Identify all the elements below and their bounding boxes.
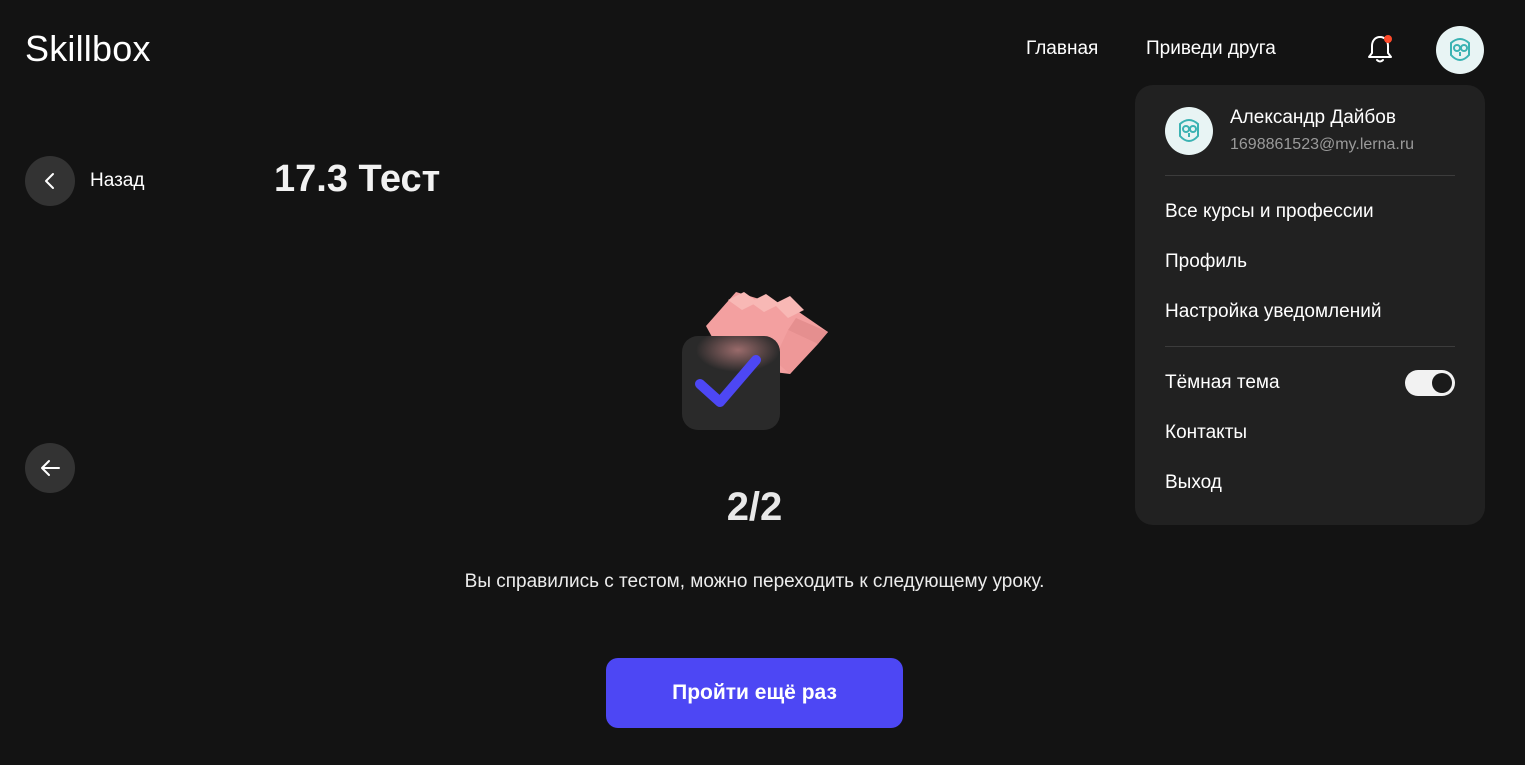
back-button[interactable] [25, 156, 75, 206]
nav-home-link[interactable]: Главная [1026, 38, 1098, 60]
menu-item-logout[interactable]: Выход [1165, 472, 1222, 494]
skillbox-logo[interactable]: Skillbox [25, 28, 151, 70]
menu-item-contacts[interactable]: Контакты [1165, 422, 1247, 444]
menu-item-notification-settings[interactable]: Настройка уведомлений [1165, 301, 1381, 323]
menu-item-dark-theme[interactable]: Тёмная тема [1165, 372, 1280, 394]
owl-avatar-icon [1179, 119, 1199, 142]
chevron-left-icon [45, 173, 54, 189]
user-menu-dropdown: Александр Дайбов 1698861523@my.lerna.ru … [1135, 85, 1485, 525]
menu-item-courses[interactable]: Все курсы и профессии [1165, 201, 1374, 223]
menu-divider [1165, 346, 1455, 347]
back-label[interactable]: Назад [90, 170, 144, 192]
bell-icon[interactable] [1366, 34, 1394, 64]
menu-item-profile[interactable]: Профиль [1165, 251, 1247, 273]
dark-theme-toggle[interactable] [1405, 370, 1455, 396]
nav-invite-friend-link[interactable]: Приведи друга [1146, 38, 1276, 60]
menu-divider [1165, 175, 1455, 176]
page-title: 17.3 Тест [274, 158, 441, 200]
page: Skillbox Главная Приведи друга Назад 17.… [0, 0, 1525, 765]
menu-user-name: Александр Дайбов [1230, 107, 1396, 128]
retry-test-button[interactable]: Пройти ещё раз [606, 658, 903, 728]
menu-user-avatar [1165, 107, 1213, 155]
test-result-message: Вы справились с тестом, можно переходить… [464, 571, 1045, 592]
test-complete-illustration [678, 288, 834, 434]
arrow-left-icon [41, 460, 60, 476]
user-avatar-button[interactable] [1436, 26, 1484, 74]
menu-user-email: 1698861523@my.lerna.ru [1230, 136, 1415, 153]
owl-avatar-icon [1450, 38, 1470, 61]
toggle-knob [1432, 373, 1452, 393]
notification-dot [1384, 35, 1392, 43]
